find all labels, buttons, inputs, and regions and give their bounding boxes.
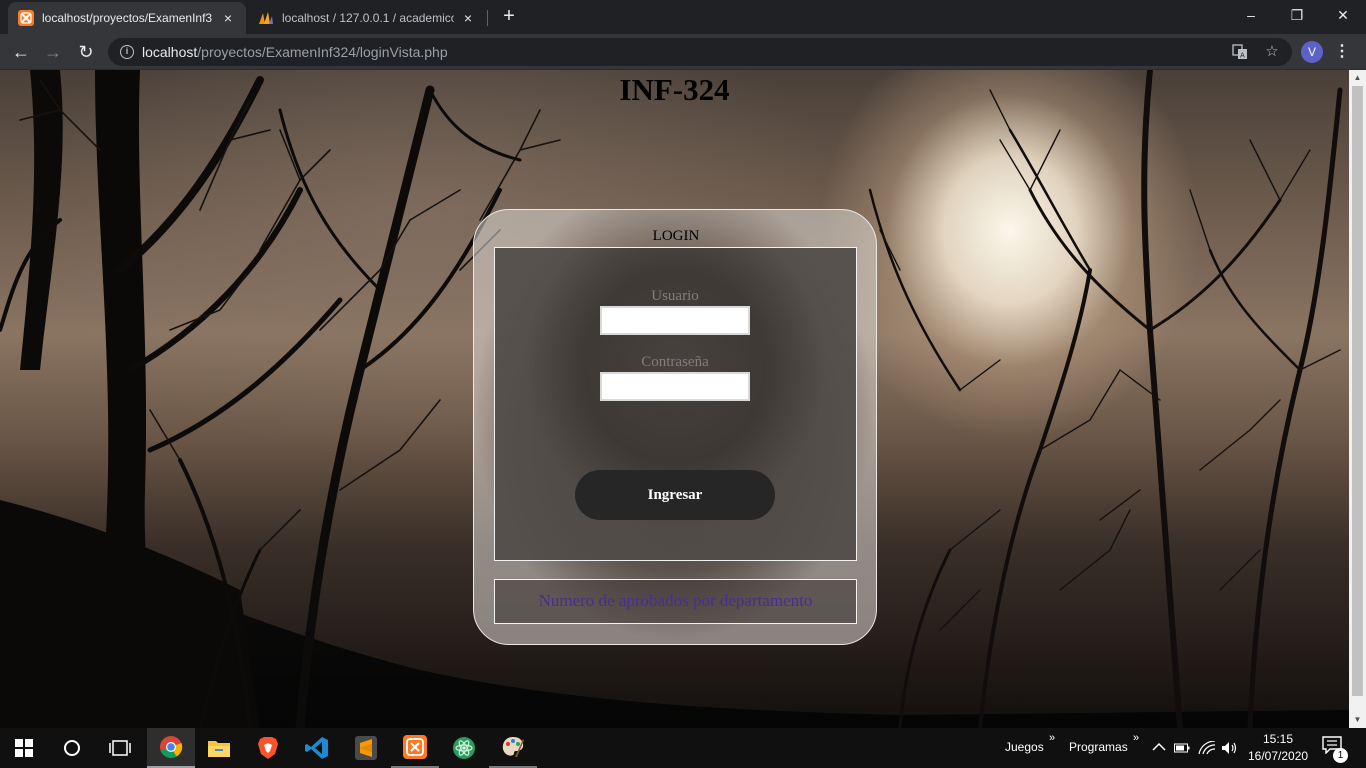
chrome-taskbar-icon[interactable] <box>147 728 195 768</box>
notification-count-badge: 1 <box>1333 748 1348 763</box>
tab-close-icon[interactable]: × <box>460 10 476 26</box>
tab-separator <box>487 10 488 26</box>
page-scrollbar[interactable]: ▲ ▼ <box>1349 70 1366 728</box>
windows-start-icon[interactable] <box>0 728 48 768</box>
tab-title: localhost/proyectos/ExamenInf3 <box>42 11 213 25</box>
scroll-up-icon[interactable]: ▲ <box>1349 70 1366 86</box>
ingresar-button[interactable]: Ingresar <box>575 470 775 520</box>
new-tab-button[interactable]: + <box>498 5 520 27</box>
minimize-button[interactable]: – <box>1228 0 1274 32</box>
restore-button[interactable]: ❐ <box>1274 0 1320 32</box>
site-info-icon[interactable]: i <box>120 45 134 59</box>
search-circle-icon[interactable] <box>48 728 96 768</box>
phpmyadmin-favicon-icon <box>258 10 274 26</box>
brave-browser-icon[interactable] <box>244 728 292 768</box>
tab-title: localhost / 127.0.0.1 / academico <box>282 11 454 25</box>
login-form-frame: LOGIN Usuario Contraseña Ingresar Numero… <box>473 209 877 645</box>
vscode-icon[interactable] <box>293 728 341 768</box>
task-view-icon[interactable] <box>96 728 144 768</box>
browser-toolbar: ← → ↻ i localhost/proyectos/ExamenInf324… <box>0 34 1366 70</box>
url-host: localhost <box>142 44 198 60</box>
xampp-icon[interactable] <box>391 728 439 768</box>
translate-icon[interactable]: A <box>1228 38 1252 66</box>
tray-juegos-label[interactable]: Juegos <box>1005 740 1044 754</box>
page-title: INF-324 <box>619 72 730 107</box>
tab-phpmyadmin[interactable]: localhost / 127.0.0.1 / academico × <box>248 2 486 34</box>
address-bar[interactable]: i localhost/proyectos/ExamenInf324/login… <box>108 38 1292 66</box>
windows-taskbar: Juegos » Programas » 15:15 16/07/2020 1 <box>0 728 1366 768</box>
login-box: Usuario Contraseña Ingresar <box>494 247 857 561</box>
xampp-favicon-icon <box>18 10 34 26</box>
bookmark-star-icon[interactable]: ☆ <box>1260 38 1284 66</box>
battery-icon[interactable] <box>1173 738 1191 758</box>
reload-button[interactable]: ↻ <box>74 40 98 64</box>
scroll-down-icon[interactable]: ▼ <box>1349 712 1366 728</box>
show-hidden-icons-chevron-icon[interactable] <box>1150 738 1168 758</box>
programas-chevron-icon[interactable]: » <box>1133 732 1139 744</box>
profile-avatar[interactable]: V <box>1301 41 1323 63</box>
aprobados-por-departamento-link[interactable]: Numero de aprobados por departamento <box>494 579 857 624</box>
close-window-button[interactable]: ✕ <box>1320 0 1366 32</box>
tray-programas-label[interactable]: Programas <box>1069 740 1128 754</box>
url-path: /proyectos/ExamenInf324/loginVista.php <box>197 44 448 60</box>
tab-login-vista[interactable]: localhost/proyectos/ExamenInf3 × <box>8 2 246 34</box>
file-explorer-icon[interactable] <box>195 728 243 768</box>
volume-icon[interactable] <box>1221 738 1239 758</box>
tab-close-icon[interactable]: × <box>220 10 236 26</box>
wifi-icon[interactable] <box>1198 738 1216 758</box>
paint-icon[interactable] <box>489 728 537 768</box>
browser-tab-bar: localhost/proyectos/ExamenInf3 × localho… <box>0 0 1366 34</box>
forward-button[interactable]: → <box>41 40 65 64</box>
username-input[interactable] <box>600 306 750 335</box>
svg-text:A: A <box>1240 52 1245 60</box>
atom-editor-icon[interactable] <box>440 728 488 768</box>
password-label: Contraseña <box>641 354 709 370</box>
browser-menu-icon[interactable]: ⋮ <box>1334 40 1350 64</box>
username-label: Usuario <box>651 288 699 304</box>
page-viewport: INF-324 LOGIN Usuario Contraseña Ingresa… <box>0 70 1349 728</box>
taskbar-clock[interactable]: 15:15 16/07/2020 <box>1248 731 1308 765</box>
back-button[interactable]: ← <box>9 40 33 64</box>
clock-time: 15:15 <box>1262 732 1294 746</box>
sublime-text-icon[interactable] <box>342 728 390 768</box>
password-input[interactable] <box>600 372 750 401</box>
login-legend: LOGIN <box>652 228 700 244</box>
juegos-chevron-icon[interactable]: » <box>1049 732 1055 744</box>
scrollbar-thumb[interactable] <box>1352 86 1363 696</box>
address-url: localhost/proyectos/ExamenInf324/loginVi… <box>142 44 448 60</box>
clock-date: 16/07/2020 <box>1248 749 1309 763</box>
